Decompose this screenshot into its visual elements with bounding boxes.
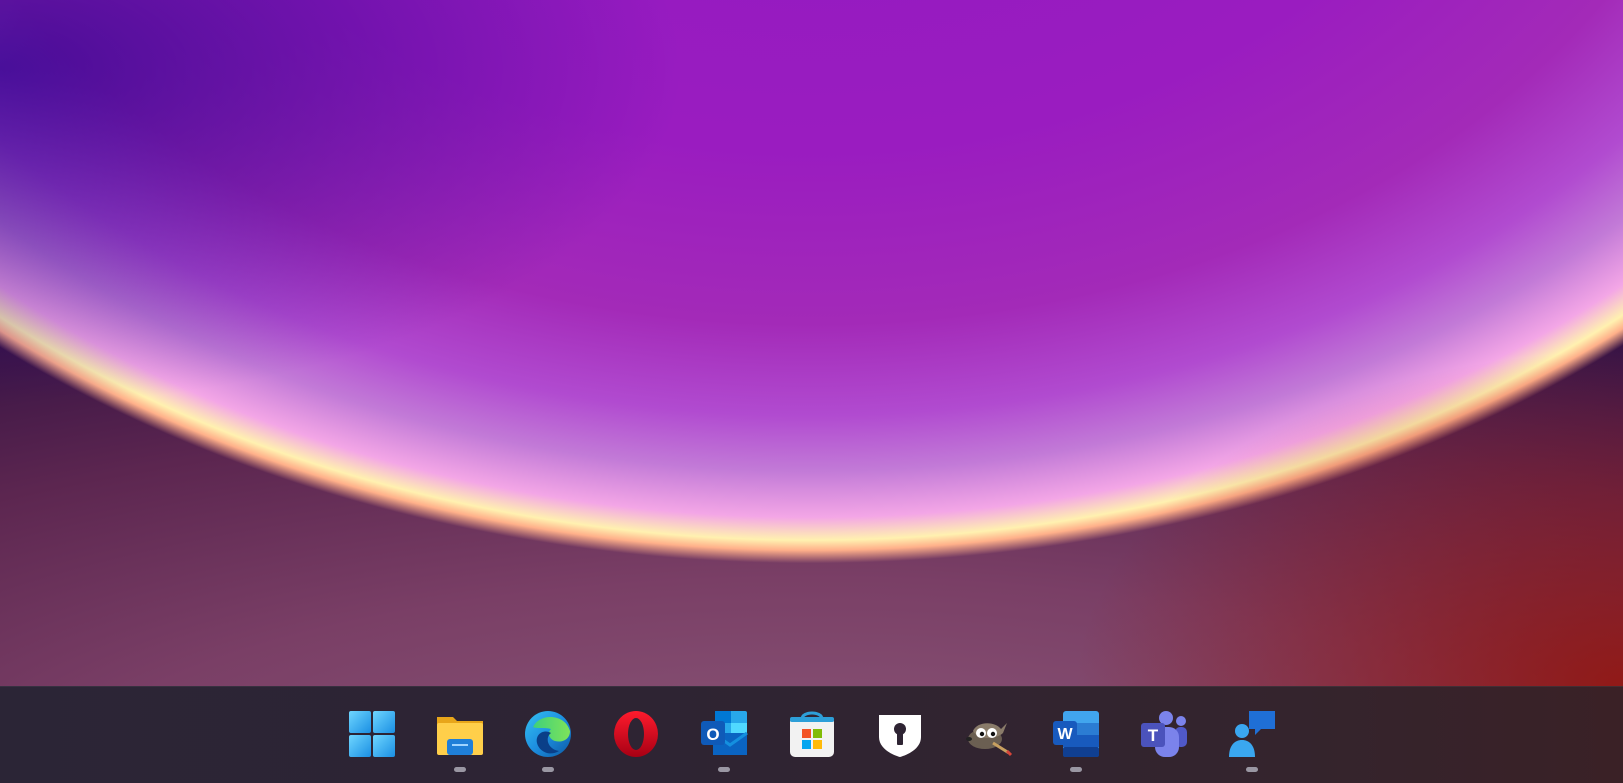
opera-button[interactable]	[592, 687, 680, 783]
gimp-button[interactable]	[944, 687, 1032, 783]
people-chat-button[interactable]	[1208, 687, 1296, 783]
start-button[interactable]	[328, 687, 416, 783]
running-indicator	[542, 767, 554, 772]
bitwarden-icon	[879, 715, 921, 757]
taskbar: O W T	[0, 686, 1623, 783]
svg-text:O: O	[706, 725, 719, 744]
outlook-button[interactable]: O	[680, 687, 768, 783]
desktop-wallpaper	[0, 0, 1623, 686]
file-explorer-button[interactable]	[416, 687, 504, 783]
word-button[interactable]: W	[1032, 687, 1120, 783]
teams-button[interactable]: T	[1120, 687, 1208, 783]
edge-browser-icon	[525, 711, 571, 757]
microsoft-store-icon	[790, 711, 834, 757]
edge-button[interactable]	[504, 687, 592, 783]
running-indicator	[1070, 767, 1082, 772]
running-indicator	[1246, 767, 1258, 772]
gimp-icon	[966, 723, 1013, 757]
word-icon: W	[1053, 711, 1099, 757]
file-explorer-icon	[437, 717, 483, 755]
wallpaper-sphere	[0, 0, 1623, 600]
bitwarden-button[interactable]	[856, 687, 944, 783]
svg-text:W: W	[1057, 726, 1073, 743]
windows-start-icon	[349, 711, 395, 757]
teams-icon: T	[1141, 711, 1187, 757]
microsoft-store-button[interactable]	[768, 687, 856, 783]
taskbar-pinned-apps: O W T	[328, 687, 1296, 783]
running-indicator	[718, 767, 730, 772]
running-indicator	[454, 767, 466, 772]
opera-browser-icon	[614, 711, 658, 757]
people-chat-icon	[1229, 711, 1275, 757]
outlook-icon: O	[701, 711, 748, 755]
svg-text:T: T	[1148, 726, 1159, 745]
